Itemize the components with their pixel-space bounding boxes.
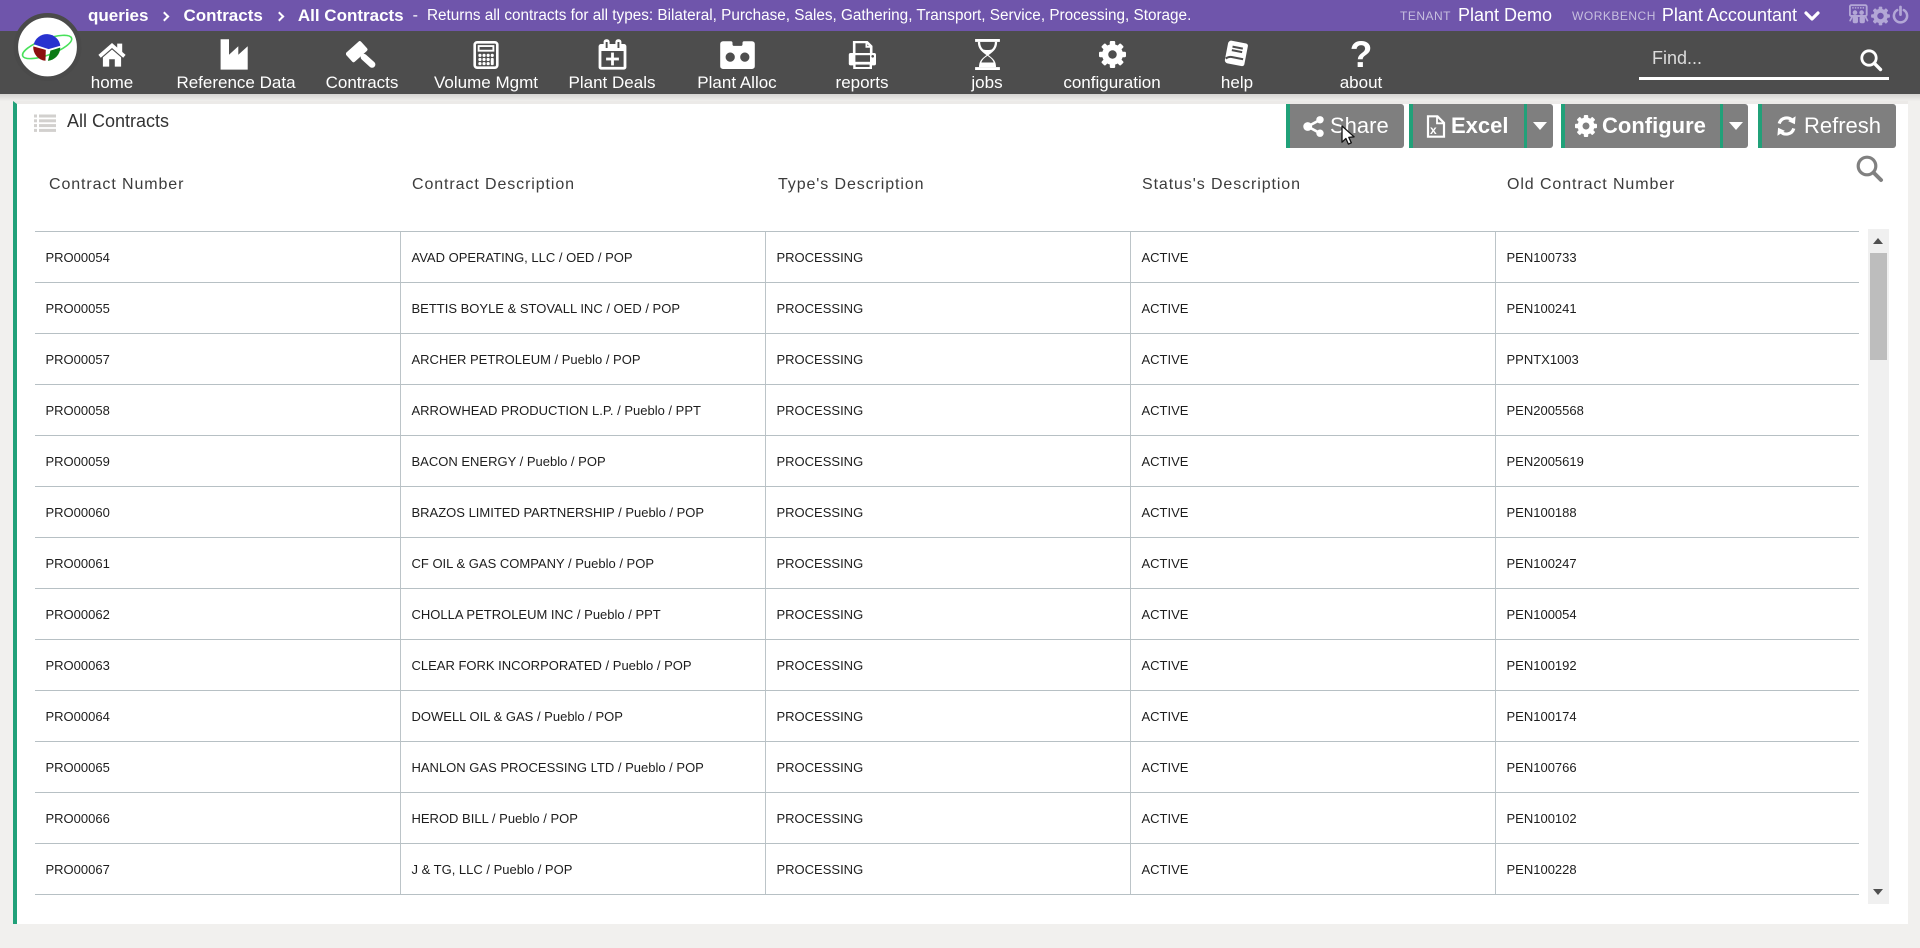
svg-text:x: x — [1430, 123, 1437, 137]
